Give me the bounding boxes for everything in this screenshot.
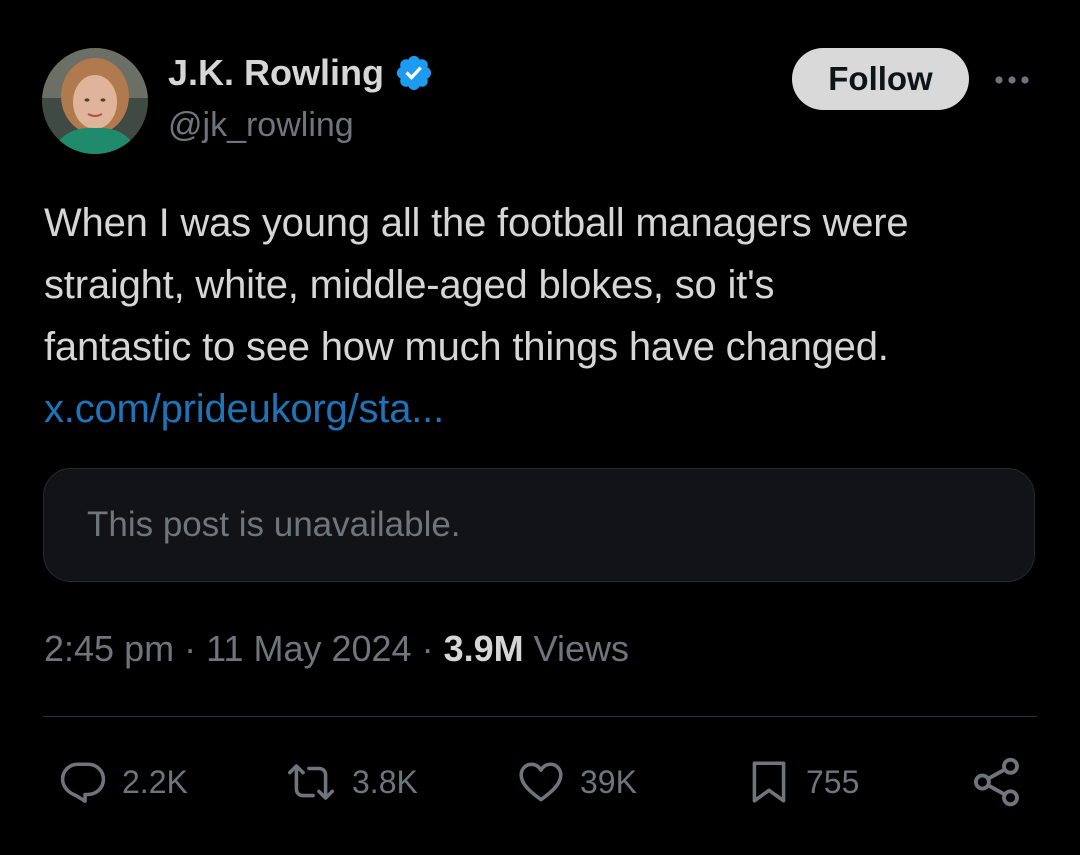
tweet-text-line: When I was young all the football manage… xyxy=(44,201,909,245)
repost-icon xyxy=(282,757,340,807)
reply-icon xyxy=(56,757,110,807)
quoted-post[interactable]: This post is unavailable. xyxy=(43,468,1035,582)
views-count: 3.9M xyxy=(443,628,524,669)
share-icon xyxy=(970,755,1024,809)
views-label: Views xyxy=(533,628,630,669)
bookmark-button[interactable]: 755 xyxy=(744,752,859,812)
tweet-text-line: straight, white, middle-aged blokes, so … xyxy=(44,263,775,307)
avatar[interactable] xyxy=(42,48,148,154)
divider xyxy=(43,716,1037,717)
action-bar: 2.2K 3.8K 39K 755 xyxy=(0,752,1080,812)
author-name[interactable]: J.K. Rowling xyxy=(168,52,434,94)
follow-button[interactable]: Follow xyxy=(792,48,969,110)
meta-separator: · xyxy=(421,628,444,669)
repost-button[interactable]: 3.8K xyxy=(282,752,418,812)
author-name-text[interactable]: J.K. Rowling xyxy=(168,52,384,94)
reply-button[interactable]: 2.2K xyxy=(56,752,188,812)
repost-count: 3.8K xyxy=(352,763,418,800)
ellipsis-icon[interactable] xyxy=(988,62,1036,98)
tweet-link[interactable]: x.com/prideukorg/sta... xyxy=(44,378,1044,440)
like-button[interactable]: 39K xyxy=(514,752,637,812)
meta-separator: · xyxy=(184,628,207,669)
tweet-meta: 2:45 pm · 11 May 2024 · 3.9M Views xyxy=(44,628,629,670)
avatar-image xyxy=(42,48,148,154)
heart-icon xyxy=(514,757,568,807)
verified-badge-icon xyxy=(394,53,434,93)
like-count: 39K xyxy=(580,763,637,800)
bookmark-count: 755 xyxy=(806,763,860,800)
author-handle[interactable]: @jk_rowling xyxy=(168,106,354,145)
reply-count: 2.2K xyxy=(122,763,188,800)
quoted-post-text: This post is unavailable. xyxy=(87,505,461,544)
share-button[interactable] xyxy=(970,752,1024,812)
tweet-text-line: fantastic to see how much things have ch… xyxy=(44,325,889,369)
bookmark-icon xyxy=(744,755,794,809)
tweet-date[interactable]: 11 May 2024 xyxy=(206,628,411,669)
tweet-time[interactable]: 2:45 pm xyxy=(44,628,174,669)
tweet-text: When I was young all the football manage… xyxy=(44,192,1044,440)
